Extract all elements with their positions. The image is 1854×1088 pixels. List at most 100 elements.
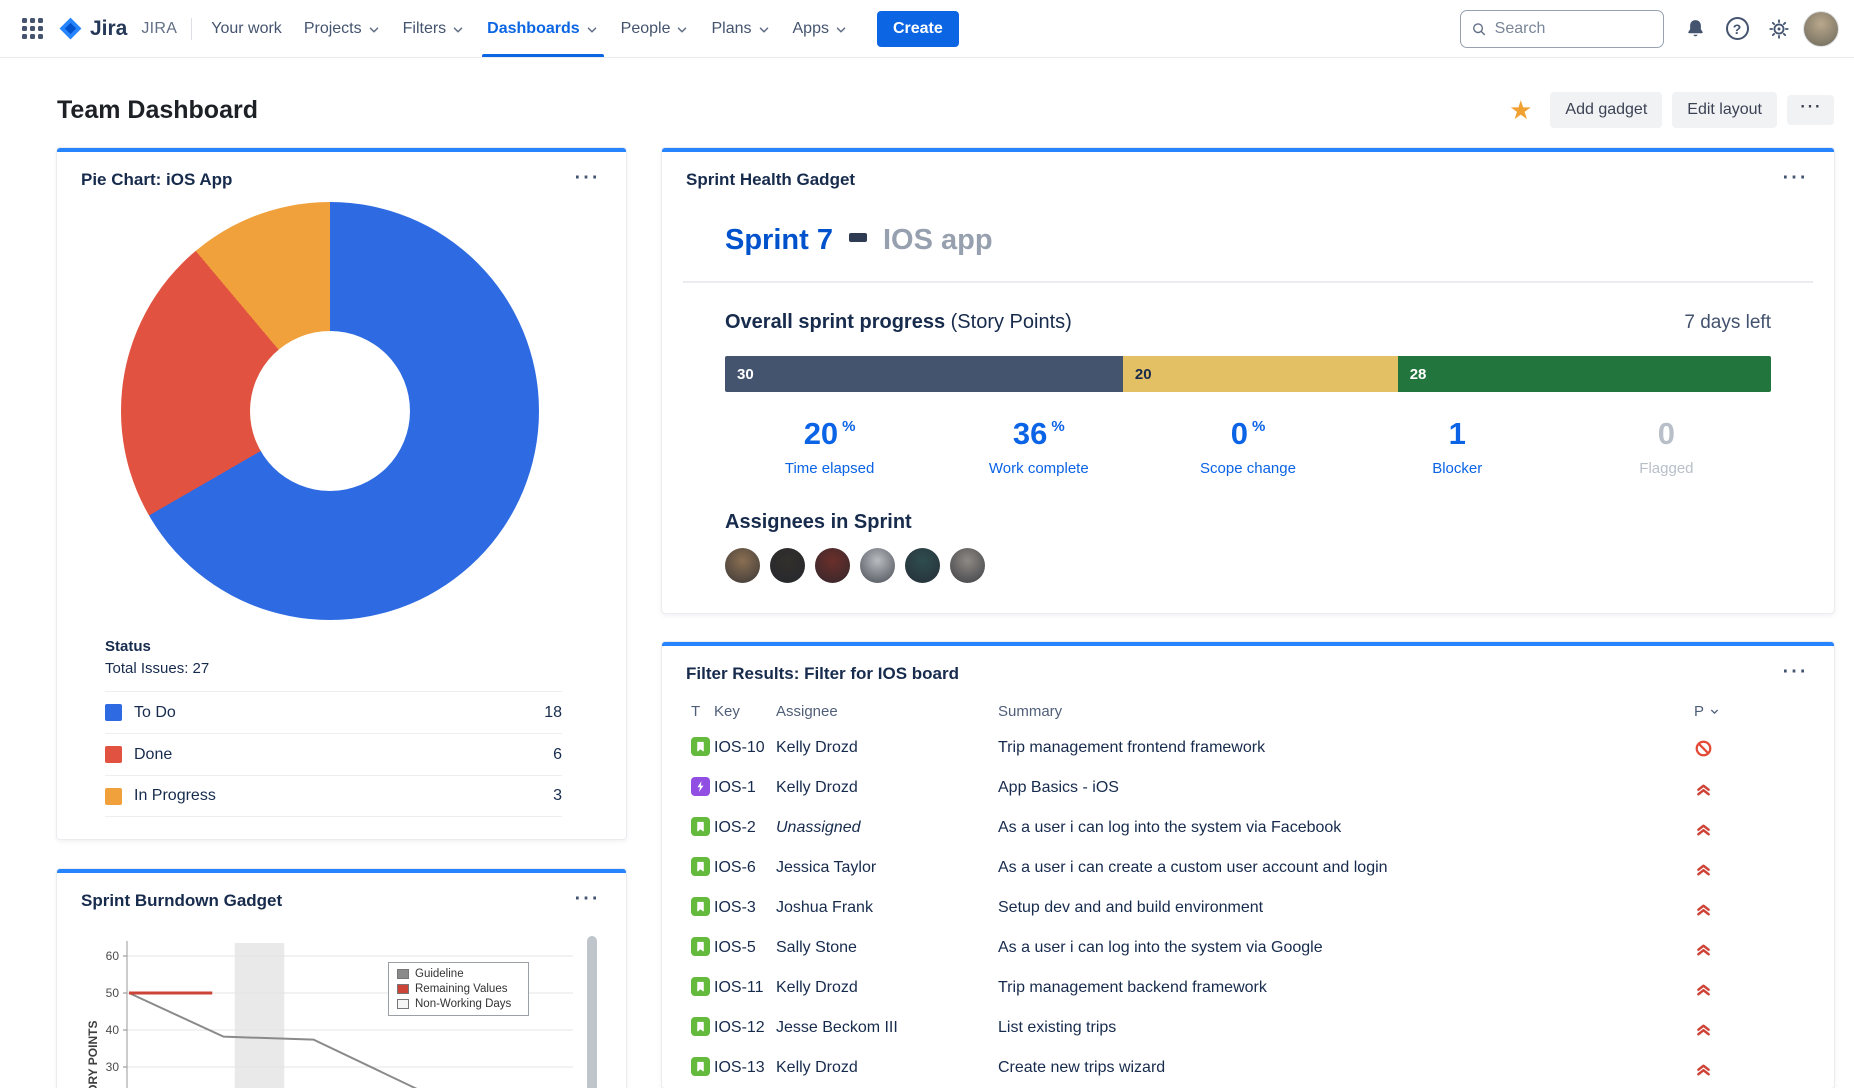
issue-key[interactable]: IOS-2	[714, 808, 776, 848]
column-header-assignee[interactable]: Assignee	[776, 694, 998, 728]
issue-row-ios-1[interactable]: IOS-1Kelly DrozdApp Basics - iOS	[662, 768, 1834, 808]
settings-button[interactable]	[1760, 10, 1798, 48]
story-icon	[691, 1057, 710, 1076]
issue-key[interactable]: IOS-13	[714, 1048, 776, 1088]
assignees-heading: Assignees in Sprint	[725, 511, 1771, 534]
nav-item-apps[interactable]: Apps	[782, 0, 859, 57]
user-avatar-button[interactable]	[1802, 10, 1840, 48]
issue-type-cell	[662, 1008, 714, 1048]
burndown-legend-item: Remaining Values	[397, 983, 520, 995]
filter-results-gadget: Filter Results: Filter for IOS board ⋯ T…	[662, 642, 1834, 1088]
legend-label: In Progress	[134, 787, 216, 805]
jira-logo[interactable]: Jira	[52, 16, 133, 41]
issue-key[interactable]: IOS-10	[714, 728, 776, 768]
issue-key[interactable]: IOS-11	[714, 968, 776, 1008]
assignee-avatar[interactable]	[770, 548, 805, 583]
favorite-star-button[interactable]: ★	[1509, 97, 1532, 123]
search-input[interactable]	[1495, 20, 1653, 38]
issue-key[interactable]: IOS-12	[714, 1008, 776, 1048]
create-button[interactable]: Create	[877, 11, 959, 47]
sprint-stat-flagged: 0Flagged	[1562, 416, 1771, 477]
pie-legend-item[interactable]: Done6	[105, 733, 562, 775]
column-header-summary[interactable]: Summary	[998, 694, 1694, 728]
help-button[interactable]: ?	[1718, 10, 1756, 48]
assignee-avatar[interactable]	[905, 548, 940, 583]
nav-item-filters[interactable]: Filters	[392, 0, 477, 57]
app-switcher-button[interactable]	[12, 9, 52, 49]
issue-summary[interactable]: App Basics - iOS	[998, 768, 1694, 808]
nav-divider	[191, 18, 192, 40]
dashboard-main: Team Dashboard ★ Add gadget Edit layout …	[0, 92, 1854, 1088]
issue-row-ios-6[interactable]: IOS-6Jessica TaylorAs a user i can creat…	[662, 848, 1834, 888]
issue-key[interactable]: IOS-3	[714, 888, 776, 928]
priority-highest-icon	[1694, 819, 1834, 838]
nav-item-plans[interactable]: Plans	[700, 0, 781, 57]
gadget-more-button[interactable]: ⋯	[1773, 662, 1816, 686]
burndown-legend-item: Guideline	[397, 968, 520, 980]
search-box[interactable]	[1460, 10, 1664, 48]
column-header-t[interactable]: T	[662, 694, 714, 728]
nav-item-your-work[interactable]: Your work	[200, 0, 293, 57]
issue-row-ios-10[interactable]: IOS-10Kelly DrozdTrip management fronten…	[662, 728, 1834, 768]
burndown-legend: GuidelineRemaining ValuesNon-Working Day…	[388, 962, 529, 1016]
issue-row-ios-2[interactable]: IOS-2UnassignedAs a user i can log into …	[662, 808, 1834, 848]
gadget-more-button[interactable]: ⋯	[565, 889, 608, 913]
sprint-stats: 20%Time elapsed36%Work complete0%Scope c…	[725, 416, 1771, 477]
gadget-more-button[interactable]: ⋯	[565, 168, 608, 192]
sprint-assignees	[725, 548, 1771, 583]
issue-summary[interactable]: Create new trips wizard	[998, 1048, 1694, 1088]
issue-row-ios-3[interactable]: IOS-3Joshua FrankSetup dev and and build…	[662, 888, 1834, 928]
nav-item-label: People	[621, 20, 671, 38]
gadget-scrollbar-thumb[interactable]	[587, 936, 597, 1088]
sprint-burndown-gadget: Sprint Burndown Gadget ⋯ 60504030STORY P…	[57, 869, 626, 1088]
priority-highest-icon	[1694, 1019, 1834, 1038]
primary-nav: Your workProjectsFilters Dashboards People…	[200, 0, 859, 57]
column-header-p[interactable]: P	[1694, 694, 1834, 728]
pie-legend-item[interactable]: To Do18	[105, 691, 562, 733]
notifications-button[interactable]	[1676, 10, 1714, 48]
legend-value: 18	[544, 704, 562, 722]
chevron-down-icon	[834, 23, 848, 37]
issue-priority	[1694, 728, 1834, 768]
svg-text:50: 50	[106, 986, 120, 1000]
add-gadget-button[interactable]: Add gadget	[1550, 92, 1662, 128]
column-header-key[interactable]: Key	[714, 694, 776, 728]
nav-item-label: Dashboards	[487, 20, 579, 38]
nav-item-projects[interactable]: Projects	[293, 0, 392, 57]
progress-segment: 28	[1398, 356, 1771, 392]
assignee-avatar[interactable]	[950, 548, 985, 583]
jira-app: Jira JIRA Your workProjectsFiltersDashbo…	[0, 0, 1854, 1088]
stat-value: 0	[1562, 416, 1771, 452]
issue-row-ios-11[interactable]: IOS-11Kelly DrozdTrip management backend…	[662, 968, 1834, 1008]
issue-summary[interactable]: As a user i can log into the system via …	[998, 928, 1694, 968]
issue-assignee: Unassigned	[776, 808, 998, 848]
progress-heading: Overall sprint progress (Story Points)	[725, 311, 1072, 334]
issue-priority	[1694, 1008, 1834, 1048]
issue-row-ios-13[interactable]: IOS-13Kelly DrozdCreate new trips wizard	[662, 1048, 1834, 1088]
issue-summary[interactable]: Trip management frontend framework	[998, 728, 1694, 768]
issue-row-ios-12[interactable]: IOS-12Jesse Beckom IIIList existing trip…	[662, 1008, 1834, 1048]
star-icon: ★	[1509, 95, 1532, 125]
nav-item-people[interactable]: People	[610, 0, 701, 57]
nav-item-dashboards[interactable]: Dashboards	[476, 0, 609, 57]
issue-summary[interactable]: Setup dev and and build environment	[998, 888, 1694, 928]
sprint-stat-scope-change: 0%Scope change	[1143, 416, 1352, 477]
assignee-avatar[interactable]	[725, 548, 760, 583]
assignee-avatar[interactable]	[860, 548, 895, 583]
sprint-name[interactable]: Sprint 7	[725, 224, 833, 257]
gadget-more-button[interactable]: ⋯	[1773, 168, 1816, 192]
issue-summary[interactable]: List existing trips	[998, 1008, 1694, 1048]
issue-key[interactable]: IOS-1	[714, 768, 776, 808]
edit-layout-button[interactable]: Edit layout	[1672, 92, 1777, 128]
issue-row-ios-5[interactable]: IOS-5Sally StoneAs a user i can log into…	[662, 928, 1834, 968]
assignee-avatar[interactable]	[815, 548, 850, 583]
issue-summary[interactable]: As a user i can log into the system via …	[998, 808, 1694, 848]
pie-chart[interactable]	[121, 202, 539, 620]
issue-summary[interactable]: As a user i can create a custom user acc…	[998, 848, 1694, 888]
issue-key[interactable]: IOS-5	[714, 928, 776, 968]
issue-summary[interactable]: Trip management backend framework	[998, 968, 1694, 1008]
pie-legend-item[interactable]: In Progress3	[105, 775, 562, 817]
issue-type-cell	[662, 768, 714, 808]
issue-key[interactable]: IOS-6	[714, 848, 776, 888]
dashboard-more-button[interactable]: ⋯	[1787, 95, 1834, 125]
